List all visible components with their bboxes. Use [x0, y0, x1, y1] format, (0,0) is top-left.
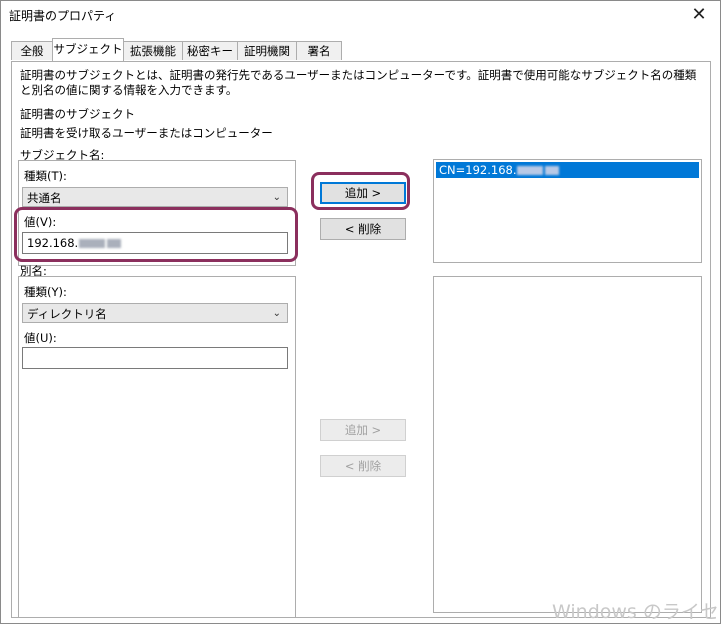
chevron-down-icon: ⌄ [272, 192, 281, 203]
tab-extensions[interactable]: 拡張機能 [123, 41, 183, 60]
subject-values-list[interactable]: CN=192.168. [433, 159, 702, 263]
alt-type-select-value: ディレクトリ名 [27, 307, 107, 321]
subject-tab-panel: 証明書のサブジェクトとは、証明書の発行先であるユーザーまたはコンピューターです。… [11, 61, 711, 618]
tab-certification-authority[interactable]: 証明機関 [237, 41, 297, 60]
activation-watermark: Windows のライセンス [552, 601, 721, 623]
value-input-text: 192.168. [27, 236, 79, 250]
redacted-ip-segment [517, 166, 544, 175]
alt-add-button[interactable]: 追加 > [320, 419, 406, 441]
subject-heading: 証明書のサブジェクト [20, 107, 135, 121]
redacted-ip-segment [79, 239, 106, 248]
alt-name-group [18, 276, 296, 618]
type-label: 種類(T): [24, 169, 67, 183]
value-label: 値(V): [24, 215, 57, 229]
tab-signature[interactable]: 署名 [296, 41, 342, 60]
tab-private-key[interactable]: 秘密キー [182, 41, 238, 60]
alt-type-label: 種類(Y): [24, 285, 67, 299]
alt-values-list[interactable] [433, 276, 702, 613]
certificate-properties-dialog: 証明書のプロパティ ✕ 全般 サブジェクト 拡張機能 秘密キー 証明機関 署名 … [0, 0, 721, 624]
tab-general[interactable]: 全般 [11, 41, 53, 60]
list-item-text: CN=192.168. [439, 163, 517, 177]
tab-subject[interactable]: サブジェクト [52, 38, 124, 61]
subject-description: 証明書のサブジェクトとは、証明書の発行先であるユーザーまたはコンピューターです。… [20, 68, 697, 97]
subject-subheading: 証明書を受け取るユーザーまたはコンピューター [20, 126, 273, 140]
redacted-ip-segment [107, 239, 122, 248]
alt-value-input[interactable] [22, 347, 288, 369]
alt-value-label: 値(U): [24, 331, 57, 345]
close-icon[interactable]: ✕ [688, 4, 710, 26]
remove-button[interactable]: < 削除 [320, 218, 406, 240]
type-select-value: 共通名 [27, 191, 62, 205]
value-input[interactable]: 192.168. [22, 232, 288, 254]
title-bar: 証明書のプロパティ ✕ [1, 1, 720, 31]
alt-type-select[interactable]: ディレクトリ名 ⌄ [22, 303, 288, 323]
chevron-down-icon: ⌄ [272, 308, 281, 319]
list-item[interactable]: CN=192.168. [436, 162, 699, 178]
add-button[interactable]: 追加 > [320, 182, 406, 204]
alt-remove-button[interactable]: < 削除 [320, 455, 406, 477]
type-select[interactable]: 共通名 ⌄ [22, 187, 288, 207]
redacted-ip-segment [545, 166, 560, 175]
window-title: 証明書のプロパティ [9, 9, 117, 23]
